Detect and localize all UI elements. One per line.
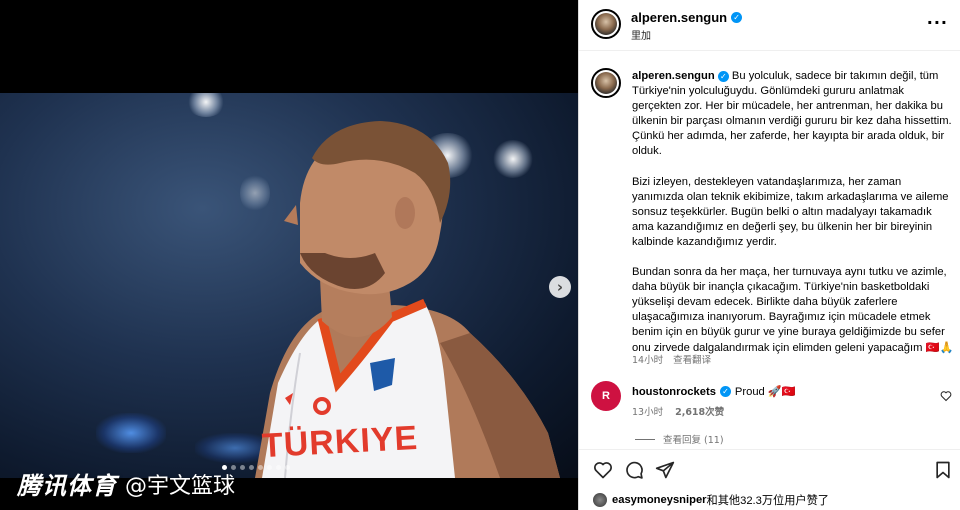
slide-dot [258,465,263,470]
slide-dot [276,465,281,470]
post-header: alperen.sengun ✓ 里加 ··· [579,0,960,51]
action-bar: easymoneysniper 和其他32.3万位用户赞了 [579,449,960,510]
likes-count-text: 和其他32.3万位用户赞了 [706,495,829,507]
watermark-brand: 腾讯体育 [17,473,117,500]
comment-username[interactable]: houstonrockets [632,386,716,398]
caption-meta: 14小时 查看翻译 [632,352,711,366]
caption-author-avatar[interactable] [591,68,621,98]
caption-username[interactable]: alperen.sengun [632,70,715,82]
comment-time: 13小时 [632,407,664,418]
next-slide-button[interactable]: › [549,276,571,298]
author-username[interactable]: alperen.sengun [631,10,727,25]
post-location[interactable]: 里加 [631,27,651,42]
verified-badge-icon: ✓ [717,71,729,83]
comment-row: houstonrockets ✓ Proud 🚀🇹🇷 [632,385,796,399]
author-avatar[interactable] [591,9,621,39]
jersey-text: TÜRKIYE [261,418,420,466]
view-replies[interactable]: 查看回复 (11) [635,432,724,446]
author-name-row: alperen.sengun ✓ [631,10,743,25]
liker-avatar [593,493,607,507]
more-options-icon[interactable]: ··· [927,13,948,32]
view-replies-label: 查看回复 (11) [663,435,724,446]
caption-text: Bu yolculuk, sadece bir takımın değil, t… [632,70,952,158]
liker-username[interactable]: easymoneysniper [612,494,707,506]
post-time: 14小时 [632,355,664,366]
heart-icon[interactable] [593,460,613,480]
caption-paragraph: Bundan sonra da her maça, her turnuvaya … [632,266,954,354]
chevron-right-icon: › [556,278,564,296]
post-caption: alperen.sengun ✓ Bu yolculuk, sadece bir… [632,69,954,356]
comment-heart-icon[interactable] [940,390,952,402]
verified-badge-icon: ✓ [731,12,743,23]
comment-likes[interactable]: 2,618次赞 [675,404,724,418]
slide-dot [285,465,290,470]
post-media: TÜRKIYE › 腾讯体育 @宇文篮球 [0,0,578,510]
caption-paragraph: Bizi izleyen, destekleyen vatandaşlarımı… [632,175,949,248]
translate-link[interactable]: 查看翻译 [673,352,711,366]
commenter-avatar[interactable]: R [591,381,621,411]
verified-badge-icon: ✓ [719,386,731,397]
comment-text: Proud 🚀🇹🇷 [734,386,796,398]
slide-dot [267,465,272,470]
post-photo[interactable]: TÜRKIYE [0,93,578,478]
watermark-handle: @宇文篮球 [125,473,236,499]
watermark: 腾讯体育 @宇文篮球 [17,466,235,501]
replies-line [635,438,655,440]
comment-icon[interactable] [624,460,644,480]
slide-dot [240,465,245,470]
bookmark-icon[interactable] [933,460,953,480]
send-icon[interactable] [655,460,675,480]
slide-dot [249,465,254,470]
post-side-panel: alperen.sengun ✓ 里加 ··· alperen.sengun ✓… [578,0,960,510]
caption-paragraph: alperen.sengun ✓ Bu yolculuk, sadece bir… [632,69,954,160]
likes-summary[interactable]: easymoneysniper 和其他32.3万位用户赞了 [593,492,829,508]
player-illustration [255,121,560,478]
comment-meta: 13小时 2,618次赞 [632,404,724,418]
